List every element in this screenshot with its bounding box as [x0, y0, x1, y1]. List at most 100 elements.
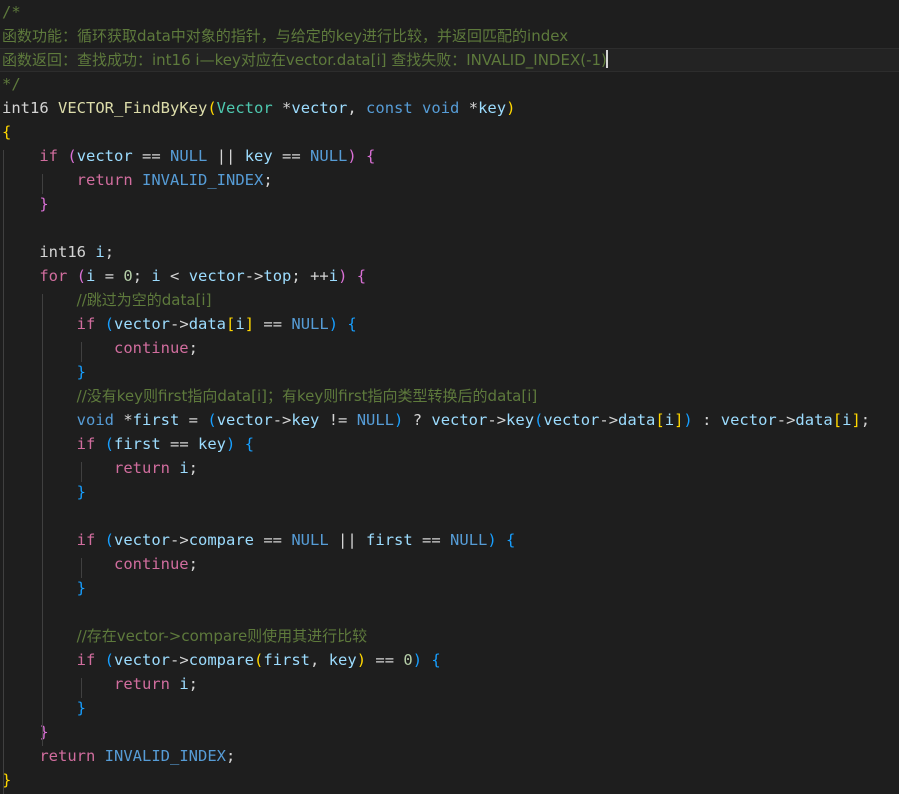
- code-token: }: [76, 579, 86, 597]
- code-token: *: [468, 99, 479, 117]
- code-line[interactable]: if (vector->compare(first, key) == 0) {: [0, 648, 899, 672]
- code-line[interactable]: }: [0, 720, 899, 744]
- code-line[interactable]: }: [0, 696, 899, 720]
- code-line[interactable]: [0, 504, 899, 528]
- code-token: return: [113, 459, 170, 477]
- code-line[interactable]: }: [0, 480, 899, 504]
- code-token: ;: [188, 339, 198, 357]
- code-line[interactable]: }: [0, 360, 899, 384]
- code-token: key: [244, 147, 273, 165]
- code-token: ->: [599, 411, 619, 429]
- code-token: <: [160, 267, 189, 285]
- code-token: /*: [2, 3, 21, 21]
- code-token: ;: [226, 747, 236, 765]
- code-token: */: [2, 75, 21, 93]
- code-token: ==: [254, 315, 292, 333]
- code-line[interactable]: if (vector == NULL || key == NULL) {: [0, 144, 899, 168]
- code-line[interactable]: //跳过为空的data[i]: [0, 288, 899, 312]
- code-line[interactable]: if (first == key) {: [0, 432, 899, 456]
- code-token: return: [113, 675, 170, 693]
- code-token: (: [76, 267, 87, 285]
- code-token: 0: [403, 651, 413, 669]
- code-token: {: [356, 267, 367, 285]
- code-line[interactable]: int16 i;: [0, 240, 899, 264]
- code-line[interactable]: continue;: [0, 336, 899, 360]
- code-editor[interactable]: /* 函数功能：循环获取data中对象的指针，与给定的key进行比较，并返回匹配的…: [0, 0, 899, 794]
- code-line[interactable]: for (i = 0; i < vector->top; ++i) {: [0, 264, 899, 288]
- code-token: ->: [776, 411, 796, 429]
- code-token: NULL: [291, 315, 329, 333]
- code-line[interactable]: if (vector->data[i] == NULL) {: [0, 312, 899, 336]
- code-token: vector: [543, 411, 600, 429]
- code-token: }: [76, 483, 86, 501]
- code-token: const: [366, 99, 413, 117]
- code-line[interactable]: }: [0, 768, 899, 792]
- code-token: (: [254, 651, 264, 669]
- code-token: [: [832, 411, 843, 429]
- code-line[interactable]: [0, 600, 899, 624]
- code-line[interactable]: int16 VECTOR_FindByKey(Vector *vector, c…: [0, 96, 899, 120]
- code-token: ;: [291, 267, 311, 285]
- code-line[interactable]: return INVALID_INDEX;: [0, 744, 899, 768]
- code-token: 函数返回：查找成功：int16 i—key对应在vector.data[i] 查…: [2, 51, 607, 69]
- code-token: :: [692, 411, 721, 429]
- code-token: =: [95, 267, 124, 285]
- code-line[interactable]: if (vector->compare == NULL || first == …: [0, 528, 899, 552]
- code-token: {: [2, 123, 12, 141]
- code-token: {: [244, 435, 255, 453]
- code-token: !=: [319, 411, 357, 429]
- code-token: ,: [310, 651, 329, 669]
- code-token: *: [123, 411, 133, 429]
- code-token: }: [76, 363, 86, 381]
- code-line[interactable]: //没有key则first指向data[i]；有key则first指向类型转换后…: [0, 384, 899, 408]
- code-line[interactable]: 函数返回：查找成功：int16 i—key对应在vector.data[i] 查…: [0, 48, 899, 72]
- code-line[interactable]: /*: [0, 0, 899, 24]
- code-token: ==: [160, 435, 199, 453]
- code-token: vector: [431, 411, 488, 429]
- code-line[interactable]: continue;: [0, 552, 899, 576]
- code-token: ->: [170, 531, 189, 549]
- code-content[interactable]: /* 函数功能：循环获取data中对象的指针，与给定的key进行比较，并返回匹配的…: [0, 0, 899, 792]
- code-token: if: [76, 315, 96, 333]
- code-line[interactable]: return i;: [0, 672, 899, 696]
- code-token: ): [347, 147, 357, 165]
- code-line[interactable]: }: [0, 192, 899, 216]
- code-line[interactable]: return i;: [0, 456, 899, 480]
- code-token: NULL: [450, 531, 488, 549]
- code-line[interactable]: [0, 216, 899, 240]
- code-token: key: [328, 651, 357, 669]
- code-line[interactable]: void *first = (vector->key != NULL) ? ve…: [0, 408, 899, 432]
- code-line[interactable]: {: [0, 120, 899, 144]
- code-token: ==: [272, 147, 311, 165]
- code-token: key: [198, 435, 227, 453]
- code-token: compare: [188, 651, 255, 669]
- code-token: ): [506, 99, 516, 117]
- code-token: ->: [170, 651, 189, 669]
- code-line[interactable]: return INVALID_INDEX;: [0, 168, 899, 192]
- code-token: ): [394, 411, 404, 429]
- code-token: INVALID_INDEX: [142, 171, 264, 189]
- code-line[interactable]: }: [0, 576, 899, 600]
- code-line[interactable]: */: [0, 72, 899, 96]
- code-token: INVALID_INDEX: [104, 747, 226, 765]
- code-line[interactable]: //存在vector->compare则使用其进行比较: [0, 624, 899, 648]
- code-line[interactable]: 函数功能：循环获取data中对象的指针，与给定的key进行比较，并返回匹配的in…: [0, 24, 899, 48]
- code-token: for: [39, 267, 68, 285]
- code-token: key: [478, 99, 507, 117]
- code-token: i: [95, 243, 105, 261]
